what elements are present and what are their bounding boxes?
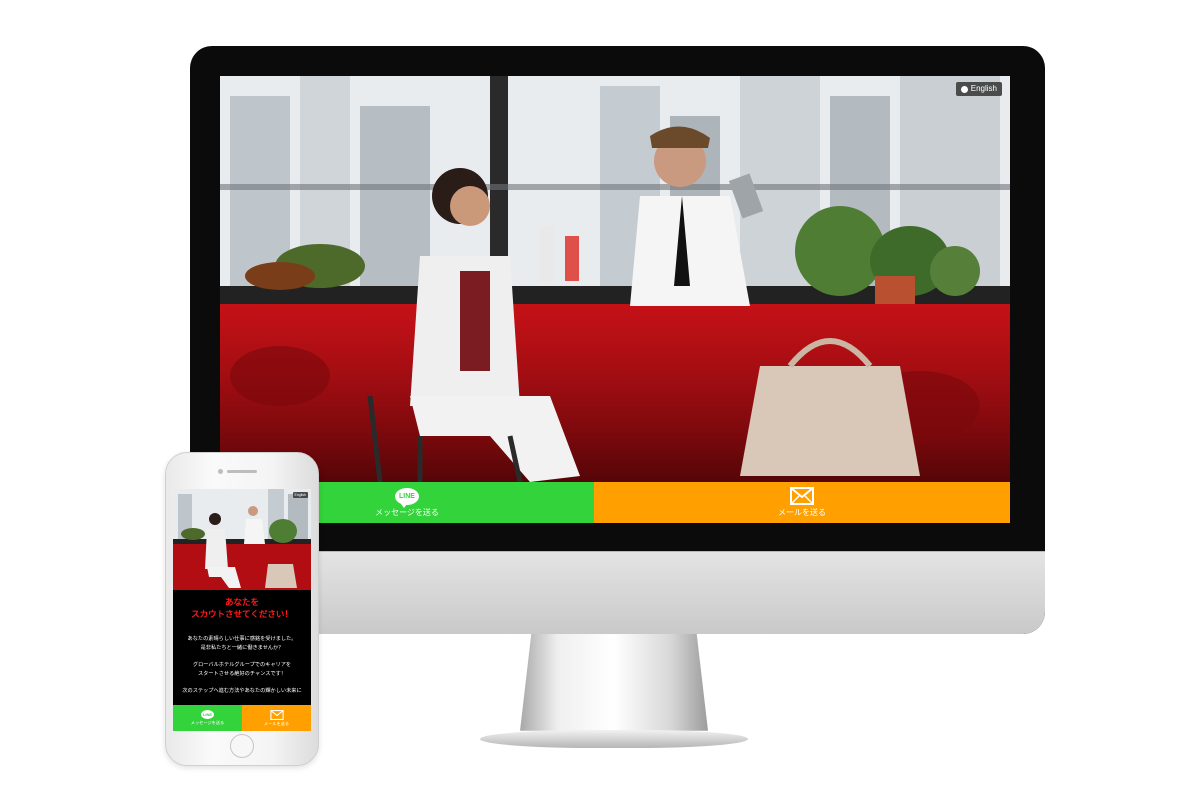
mobile-phone: English あなたを スカウトさせてください！ あなたの素晴らしい仕事に感銘… [165,452,319,766]
phone-camera [218,469,223,474]
monitor-stand-neck [520,634,708,731]
mobile-paragraph-3: 次のステップへ進む方法やあなたの輝かしい未来に [173,687,311,696]
desktop-screen: English LINE メッセージを送る メールを送る [220,76,1010,523]
hero-bar-scene-illustration [220,76,1010,482]
line-icon-text: LINE [399,492,415,500]
mobile-send-email-button[interactable]: メールを送る [242,705,311,731]
mobile-line-icon-text: LINE [202,712,213,717]
mobile-send-line-message-button[interactable]: LINE メッセージを送る [173,705,242,731]
monitor-stand-base [480,730,748,748]
monitor-stand [480,634,748,754]
mobile-language-label: English [294,493,306,497]
hero-photo: English [220,76,1010,482]
mobile-paragraph-2: グローバルホテルグループでのキャリアを スタートさせる絶好のチャンスです！ [173,661,311,679]
send-line-message-label: メッセージを送る [375,507,439,517]
globe-icon [960,85,968,93]
mobile-headline-line2: スカウトさせてください！ [191,610,293,620]
mobile-send-line-message-label: メッセージを送る [190,720,225,725]
mobile-line-icon: LINE [201,710,214,719]
mobile-paragraph-1-line1: あなたの素晴らしい仕事に感銘を受けました。 [187,636,297,642]
mobile-hero-bar-scene-illustration [173,489,311,590]
line-icon: LINE [395,487,419,508]
language-label: English [970,84,997,93]
mobile-hero-photo: English [173,489,311,590]
cta-bar: LINE メッセージを送る メールを送る [220,482,1010,523]
mobile-language-switch-button[interactable]: English [292,492,308,498]
send-email-label: メールを送る [778,508,826,517]
mobile-send-email-label: メールを送る [263,720,290,726]
mobile-screen: English あなたを スカウトさせてください！ あなたの素晴らしい仕事に感銘… [173,489,311,731]
mobile-headline: あなたを スカウトさせてください！ [173,597,311,621]
mobile-paragraph-1-line2: 是非私たちと一緒に働きませんか？ [200,645,284,651]
mobile-envelope-icon [269,709,284,720]
language-switch-button[interactable]: English [955,82,1002,96]
mobile-cta-bar: LINE メッセージを送る メールを送る [173,705,311,731]
phone-home-button [230,734,254,758]
envelope-icon [790,487,814,505]
mobile-paragraph-2-line1: グローバルホテルグループでのキャリアを [192,662,292,668]
mobile-paragraph-3-line1: 次のステップへ進む方法やあなたの輝かしい未来に [182,688,302,694]
mobile-paragraph-1: あなたの素晴らしい仕事に感銘を受けました。 是非私たちと一緒に働きませんか？ [173,635,311,653]
send-email-button[interactable]: メールを送る [594,482,1010,523]
phone-speaker [227,470,257,473]
mobile-headline-line1: あなたを [224,598,259,608]
device-mockup-stage: English LINE メッセージを送る メールを送る English あなた… [0,0,1200,800]
mobile-paragraph-2-line2: スタートさせる絶好のチャンスです！ [197,671,287,677]
